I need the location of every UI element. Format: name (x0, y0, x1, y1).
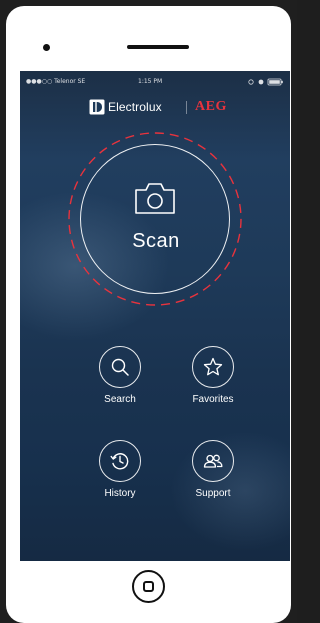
scan-button[interactable]: Scan (80, 144, 230, 294)
history-label: History (104, 488, 136, 499)
favorites-label: Favorites (192, 394, 234, 405)
status-bar: ●●●○○ Telenor SE 1:15 PM (20, 77, 290, 89)
app-screen: ●●●○○ Telenor SE 1:15 PM Electrolux AEG … (20, 71, 290, 561)
history-icon (110, 453, 129, 470)
brand-logo-bar: Electrolux AEG (89, 99, 229, 117)
phone-frame: ●●●○○ Telenor SE 1:15 PM Electrolux AEG … (6, 6, 291, 623)
search-button[interactable]: Search (85, 346, 155, 416)
status-time: 1:15 PM (138, 78, 163, 85)
search-label: Search (104, 394, 136, 405)
battery-icon (248, 78, 283, 86)
page-background: ●●●○○ Telenor SE 1:15 PM Electrolux AEG … (0, 0, 297, 623)
earpiece-speaker (127, 45, 189, 49)
support-circle[interactable] (192, 440, 234, 482)
search-circle[interactable] (99, 346, 141, 388)
home-button-square-icon (143, 581, 154, 592)
carrier-label: ●●●○○ Telenor SE (26, 78, 86, 85)
electrolux-brand-name: Electrolux (108, 100, 162, 114)
home-button[interactable] (132, 570, 165, 603)
favorites-button[interactable]: Favorites (178, 346, 248, 416)
history-circle[interactable] (99, 440, 141, 482)
aeg-brand-name: AEG (195, 99, 227, 114)
camera-icon (135, 183, 175, 214)
support-icon (203, 454, 223, 468)
front-camera (43, 44, 50, 51)
scan-label: Scan (132, 230, 180, 252)
logo-divider (186, 101, 187, 114)
favorites-circle[interactable] (192, 346, 234, 388)
support-button[interactable]: Support (178, 440, 248, 510)
support-label: Support (195, 488, 231, 499)
history-button[interactable]: History (85, 440, 155, 510)
electrolux-logo-icon (89, 99, 105, 115)
search-icon (111, 358, 129, 376)
star-icon (203, 357, 223, 376)
